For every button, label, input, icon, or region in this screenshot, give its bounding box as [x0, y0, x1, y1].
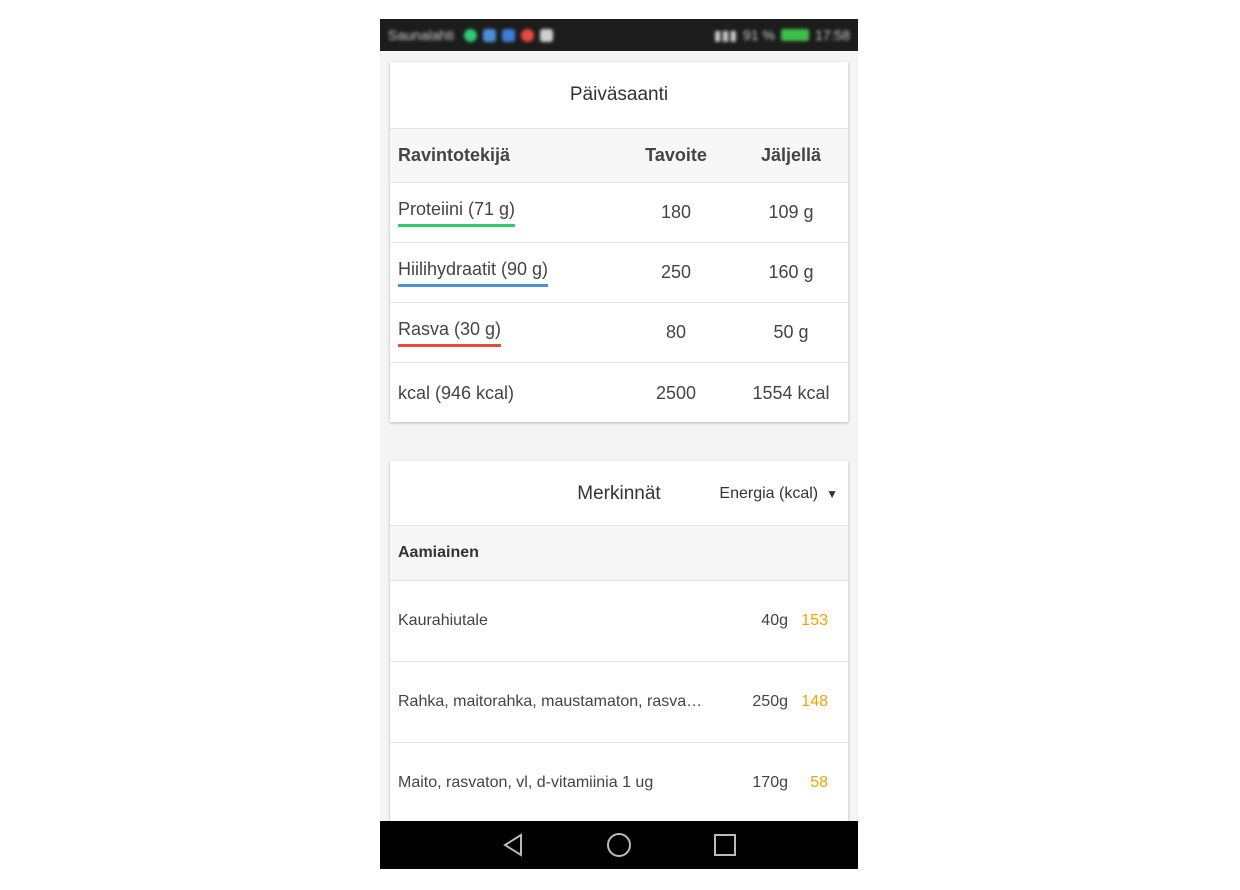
nutrient-label: Rasva (30 g)	[398, 319, 502, 347]
food-amount: 250g	[752, 693, 788, 710]
metric-select[interactable]: Energia (kcal) ▼	[719, 461, 838, 526]
header-nutrient: Ravintotekijä	[398, 145, 511, 165]
phone-screen: Saunalahti ▮▮▮ 91 % 17:58 Päiväsaanti Ra…	[380, 19, 858, 869]
clock: 17:58	[814, 27, 850, 43]
food-kcal: 153	[801, 612, 828, 629]
goal-value: 80	[665, 322, 687, 342]
dropdown-caret-icon: ▼	[826, 486, 838, 501]
recents-square-icon	[714, 834, 736, 856]
food-kcal: 58	[810, 774, 828, 791]
food-name: Kaurahiutale	[398, 612, 488, 629]
list-item[interactable]: Rahka, maitorahka, maustamaton, rasva… 2…	[390, 662, 848, 743]
back-button[interactable]	[495, 827, 531, 863]
meal-header-breakfast: Aamiainen	[390, 526, 848, 581]
food-name: Rahka, maitorahka, maustamaton, rasva…	[398, 693, 703, 710]
nutrient-label: Proteiini (71 g)	[398, 199, 516, 227]
carrier-label: Saunalahti	[388, 27, 455, 43]
daily-intake-title: Päiväsaanti	[390, 62, 848, 129]
entries-header: Merkinnät Energia (kcal) ▼	[390, 461, 848, 526]
food-name: Maito, rasvaton, vl, d-vitamiinia 1 ug	[398, 774, 654, 791]
status-right: ▮▮▮ 91 % 17:58	[714, 27, 850, 44]
signal-icon: ▮▮▮	[713, 26, 738, 43]
intake-table-header: Ravintotekijä Tavoite Jäljellä	[390, 129, 848, 183]
status-left: Saunalahti	[388, 27, 554, 43]
notification-icon	[540, 28, 554, 42]
whatsapp-icon	[464, 28, 478, 42]
android-nav-bar	[380, 821, 858, 869]
goal-value: 250	[660, 262, 692, 282]
intake-row-kcal[interactable]: kcal (946 kcal) 2500 1554 kcal	[390, 363, 848, 423]
google-icon	[521, 28, 535, 42]
header-goal: Tavoite	[645, 145, 707, 165]
goal-value: 2500	[655, 382, 697, 403]
daily-intake-card: Päiväsaanti Ravintotekijä Tavoite Jäljel…	[390, 62, 848, 422]
intake-row-carbs[interactable]: Hiilihydraatit (90 g) 250 160 g	[390, 243, 848, 303]
food-kcal: 148	[801, 693, 828, 710]
app-icon	[483, 28, 497, 42]
recents-button[interactable]	[707, 827, 743, 863]
intake-row-fat[interactable]: Rasva (30 g) 80 50 g	[390, 303, 848, 363]
header-remaining: Jäljellä	[760, 145, 822, 165]
remaining-value: 1554 kcal	[752, 382, 830, 403]
battery-percent: 91 %	[743, 27, 775, 43]
remaining-value: 50 g	[773, 322, 809, 342]
nutrient-label: kcal (946 kcal)	[398, 382, 515, 403]
food-amount: 40g	[761, 612, 788, 629]
remaining-value: 109 g	[768, 202, 814, 222]
remaining-value: 160 g	[768, 262, 814, 282]
home-circle-icon	[607, 833, 631, 857]
battery-icon	[780, 29, 809, 41]
back-triangle-icon	[503, 833, 522, 857]
status-bar: Saunalahti ▮▮▮ 91 % 17:58	[380, 19, 858, 51]
metric-select-value: Energia (kcal)	[719, 484, 819, 502]
app-icon	[502, 28, 516, 42]
food-amount: 170g	[752, 774, 788, 791]
entries-card: Merkinnät Energia (kcal) ▼ Aamiainen Kau…	[390, 461, 848, 861]
list-item[interactable]: Maito, rasvaton, vl, d-vitamiinia 1 ug 1…	[390, 743, 848, 824]
goal-value: 180	[660, 202, 692, 222]
list-item[interactable]: Kaurahiutale 40g 153	[390, 581, 848, 662]
home-button[interactable]	[601, 827, 637, 863]
intake-row-protein[interactable]: Proteiini (71 g) 180 109 g	[390, 183, 848, 243]
nutrient-label: Hiilihydraatit (90 g)	[398, 259, 549, 287]
